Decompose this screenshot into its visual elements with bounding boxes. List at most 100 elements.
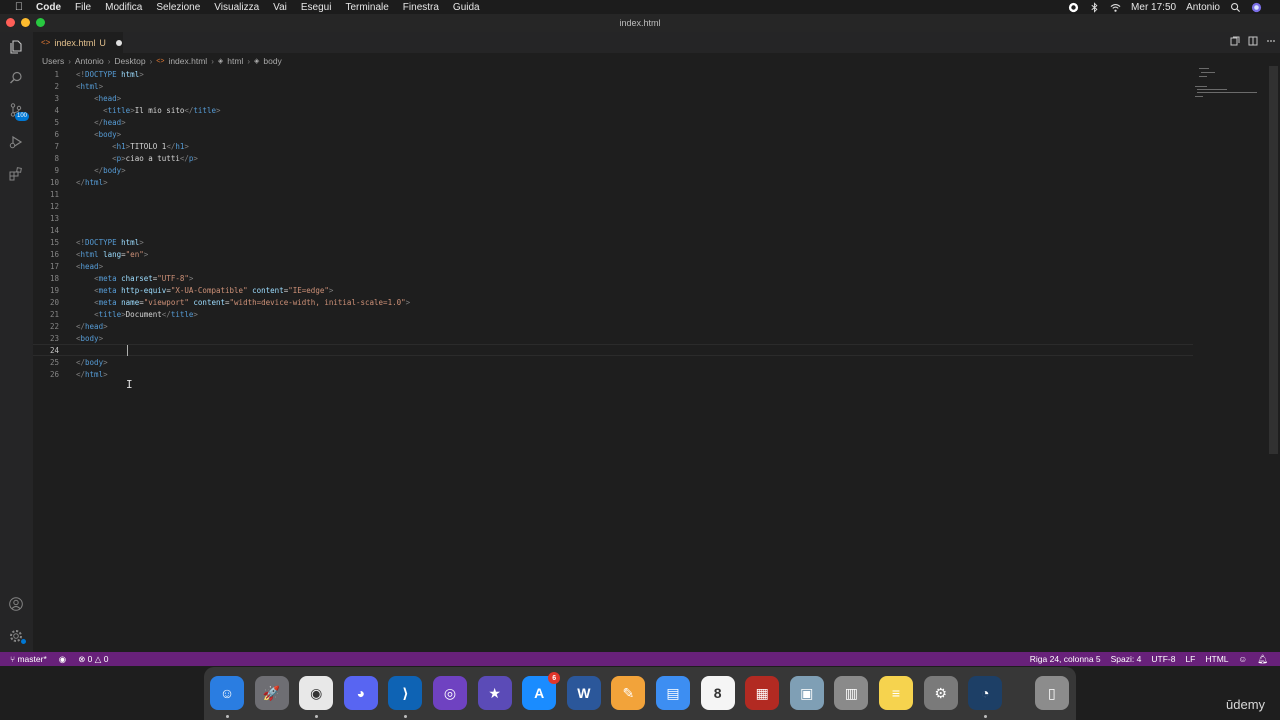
zoom-window-button[interactable] <box>36 18 45 27</box>
breadcrumb-item[interactable]: Desktop <box>114 56 145 66</box>
quicktime-icon[interactable]: ◔ <box>968 676 1003 710</box>
pages-icon[interactable]: ✎ <box>611 676 646 710</box>
code-line[interactable]: 19 <meta http-equiv="X-UA-Compatible" co… <box>33 284 1193 296</box>
breadcrumb-item[interactable]: Antonio <box>75 56 104 66</box>
git-branch-status[interactable]: ⑂ master* <box>10 654 47 664</box>
keynote-icon[interactable]: ▤ <box>656 676 690 710</box>
line-number: 21 <box>49 309 59 319</box>
close-window-button[interactable] <box>6 18 15 27</box>
open-changes-icon[interactable] <box>1230 36 1240 46</box>
notes-icon[interactable]: ≡ <box>879 676 913 710</box>
explorer-icon[interactable] <box>6 37 26 57</box>
code-line[interactable]: 6 <body> <box>33 128 1193 140</box>
settings-gear-icon[interactable] <box>6 626 26 646</box>
code-line[interactable]: 18 <meta charset="UTF-8"> <box>33 272 1193 284</box>
breadcrumb-item[interactable]: body <box>263 56 281 66</box>
code-line[interactable]: 12 <box>33 200 1193 212</box>
photo-booth-icon[interactable]: ▦ <box>745 676 780 710</box>
menu-modifica[interactable]: Modifica <box>105 2 142 13</box>
code-line[interactable]: 4 <title>Il mio sito</title> <box>33 104 1193 116</box>
imovie-icon[interactable]: ★ <box>477 676 512 710</box>
menu-vai[interactable]: Vai <box>273 2 287 13</box>
code-line[interactable]: 10 </html> <box>33 176 1193 188</box>
tab-index-html[interactable]: <> index.html U <box>33 32 123 53</box>
code-line[interactable]: 8 <p>ciao a tutti</p> <box>33 152 1193 164</box>
breadcrumb-item[interactable]: index.html <box>168 56 207 66</box>
github-desktop-icon[interactable]: ◎ <box>433 676 467 710</box>
breadcrumb-item[interactable]: html <box>227 56 243 66</box>
discord-icon[interactable]: ◕ <box>343 676 378 710</box>
calendar-icon[interactable]: 8 <box>700 676 735 710</box>
accounts-icon[interactable] <box>6 594 26 614</box>
code-line[interactable]: 15 <!DOCTYPE html> <box>33 236 1193 248</box>
code-line[interactable]: 5 </head> <box>33 116 1193 128</box>
menu-guida[interactable]: Guida <box>453 2 480 13</box>
menu-finestra[interactable]: Finestra <box>403 2 439 13</box>
chrome-icon[interactable]: ◉ <box>299 676 334 710</box>
word-icon[interactable]: W <box>566 676 601 710</box>
minimize-window-button[interactable] <box>21 18 30 27</box>
bluetooth-icon[interactable] <box>1089 1 1100 13</box>
minimap[interactable] <box>1193 66 1269 106</box>
more-actions-icon[interactable] <box>1266 36 1276 46</box>
system-preferences-icon[interactable]: ⚙ <box>923 676 958 710</box>
split-editor-icon[interactable] <box>1248 36 1258 46</box>
code-line[interactable]: 14 <box>33 224 1193 236</box>
code-line[interactable]: 13 <box>33 212 1193 224</box>
finder-icon[interactable]: ☺ <box>210 676 244 710</box>
code-line[interactable]: 23 <body> <box>33 332 1193 344</box>
trash-icon[interactable]: ▯ <box>1034 676 1069 710</box>
wifi-icon[interactable] <box>1110 2 1121 13</box>
unsaved-dot-icon[interactable] <box>115 39 122 46</box>
code-line[interactable]: 20 <meta name="viewport" content="width=… <box>33 296 1193 308</box>
menu-esegui[interactable]: Esegui <box>301 2 332 13</box>
code-line[interactable]: 24 <box>33 344 1193 356</box>
preview-icon[interactable]: ▣ <box>789 676 824 710</box>
language-mode[interactable]: HTML <box>1205 654 1228 664</box>
line-number: 4 <box>54 105 59 115</box>
problems-status[interactable]: ⊗ 0 △ 0 <box>78 654 108 665</box>
code-line[interactable]: 11 <box>33 188 1193 200</box>
notifications-bell-icon[interactable]: 🔔︎ <box>1257 654 1268 665</box>
menubar-clock[interactable]: Mer 17:50 <box>1131 2 1176 13</box>
search-icon[interactable] <box>6 68 26 88</box>
code-line[interactable]: 2 <html> <box>33 80 1193 92</box>
code-line[interactable]: 9 </body> <box>33 164 1193 176</box>
source-control-icon[interactable]: 100 <box>6 100 29 121</box>
code-line[interactable]: 1 <!DOCTYPE html> <box>33 68 1193 80</box>
menu-terminale[interactable]: Terminale <box>345 2 388 13</box>
feedback-icon[interactable]: ☺ <box>1239 654 1248 664</box>
code-line[interactable]: 7 <h1>TITOLO 1</h1> <box>33 140 1193 152</box>
menu-selezione[interactable]: Selezione <box>156 2 200 13</box>
cursor-position[interactable]: Riga 24, colonna 5 <box>1030 654 1101 664</box>
code-line[interactable]: 16 <html lang="en"> <box>33 248 1193 260</box>
code-line[interactable]: 3 <head> <box>33 92 1193 104</box>
code-line[interactable]: 25 </body> <box>33 356 1193 368</box>
indentation[interactable]: Spazi: 4 <box>1111 654 1142 664</box>
menu-visualizza[interactable]: Visualizza <box>214 2 259 13</box>
calculator-icon[interactable]: ▥ <box>834 676 869 710</box>
siri-icon[interactable] <box>1251 2 1262 13</box>
menubar-user[interactable]: Antonio <box>1186 2 1220 13</box>
screen-record-icon[interactable] <box>1068 2 1079 13</box>
spotlight-search-icon[interactable] <box>1230 2 1241 13</box>
menu-app-name[interactable]: Code <box>36 2 61 13</box>
vscode-icon[interactable]: ⟩ <box>388 676 423 710</box>
code-editor[interactable]: 1 <!DOCTYPE html> 2 <html> 3 <head> 4 <title>… <box>33 68 1193 648</box>
code-line[interactable]: 21 <title>Document</title> <box>33 308 1193 320</box>
code-line[interactable]: 26 </html> <box>33 368 1193 380</box>
code-line[interactable]: 22 </head> <box>33 320 1193 332</box>
live-share-eye-icon[interactable]: ◉ <box>59 654 66 665</box>
code-line[interactable]: 17 <head> <box>33 260 1193 272</box>
vertical-scrollbar[interactable] <box>1269 66 1278 454</box>
editor-tab-strip: <> index.html U <box>33 32 1280 53</box>
encoding[interactable]: UTF-8 <box>1151 654 1175 664</box>
apple-icon[interactable]:  <box>12 1 26 13</box>
extensions-icon[interactable] <box>6 164 26 184</box>
launchpad-icon[interactable]: 🚀 <box>254 676 289 710</box>
run-debug-icon[interactable] <box>6 132 26 152</box>
menu-file[interactable]: File <box>75 2 91 13</box>
end-of-line[interactable]: LF <box>1185 654 1195 664</box>
line-number: 12 <box>49 201 59 211</box>
breadcrumb-item[interactable]: Users <box>42 56 64 66</box>
